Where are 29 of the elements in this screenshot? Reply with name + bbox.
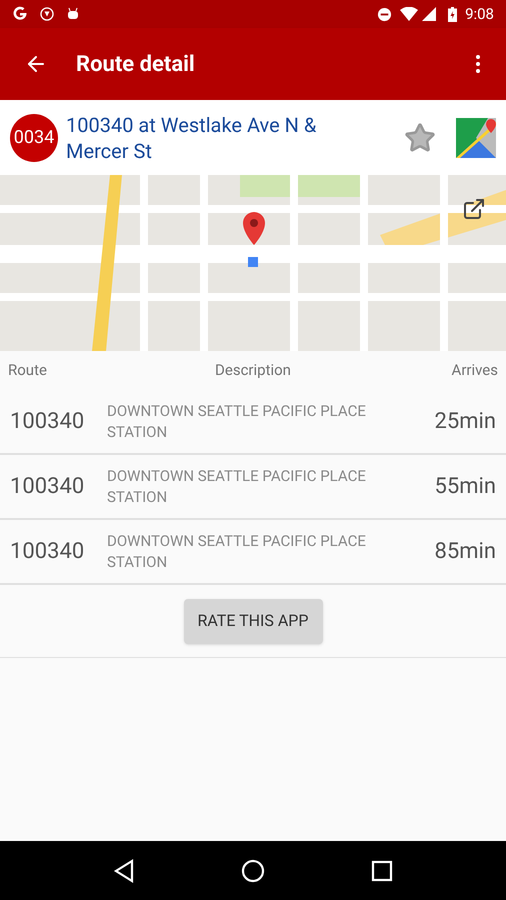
arrival-time: 25min — [433, 408, 496, 436]
arrival-time: 55min — [433, 473, 496, 501]
toolbar-title: Route detail — [76, 50, 195, 78]
route-description: DOWNTOWN SEATTLE PACIFIC PLACE STATION — [107, 530, 367, 572]
more-vertical-icon — [476, 55, 480, 73]
column-header: Description — [214, 360, 292, 382]
home-nav-button[interactable] — [241, 858, 265, 882]
route-description: DOWNTOWN SEATTLE PACIFIC PLACE STATION — [107, 400, 367, 442]
route-number: 100340 — [10, 538, 86, 566]
wifi-icon — [400, 7, 418, 21]
arrival-time: 85min — [433, 538, 496, 566]
back-nav-button[interactable] — [113, 858, 135, 882]
battery-icon — [448, 6, 458, 22]
shield-icon — [40, 7, 54, 21]
route-description: DOWNTOWN SEATTLE PACIFIC PLACE STATION — [107, 466, 367, 508]
recents-nav-button[interactable] — [371, 860, 393, 882]
g-icon — [12, 6, 28, 22]
stop-name: 100340 at Westlake Ave N & Mercer St — [66, 112, 318, 164]
column-header: Route — [8, 360, 48, 382]
stop-badge: 0034 — [10, 114, 58, 162]
do-not-disturb-icon — [377, 6, 392, 22]
rate-app-button[interactable]: RATE THIS APP — [184, 598, 322, 644]
route-number: 100340 — [10, 473, 86, 501]
status-time: 9:08 — [465, 4, 494, 25]
maps-app-icon[interactable] — [456, 118, 496, 158]
signal-icon — [422, 7, 436, 21]
column-header: Arrives — [450, 360, 498, 382]
route-number: 100340 — [10, 408, 86, 436]
android-icon — [66, 7, 80, 21]
